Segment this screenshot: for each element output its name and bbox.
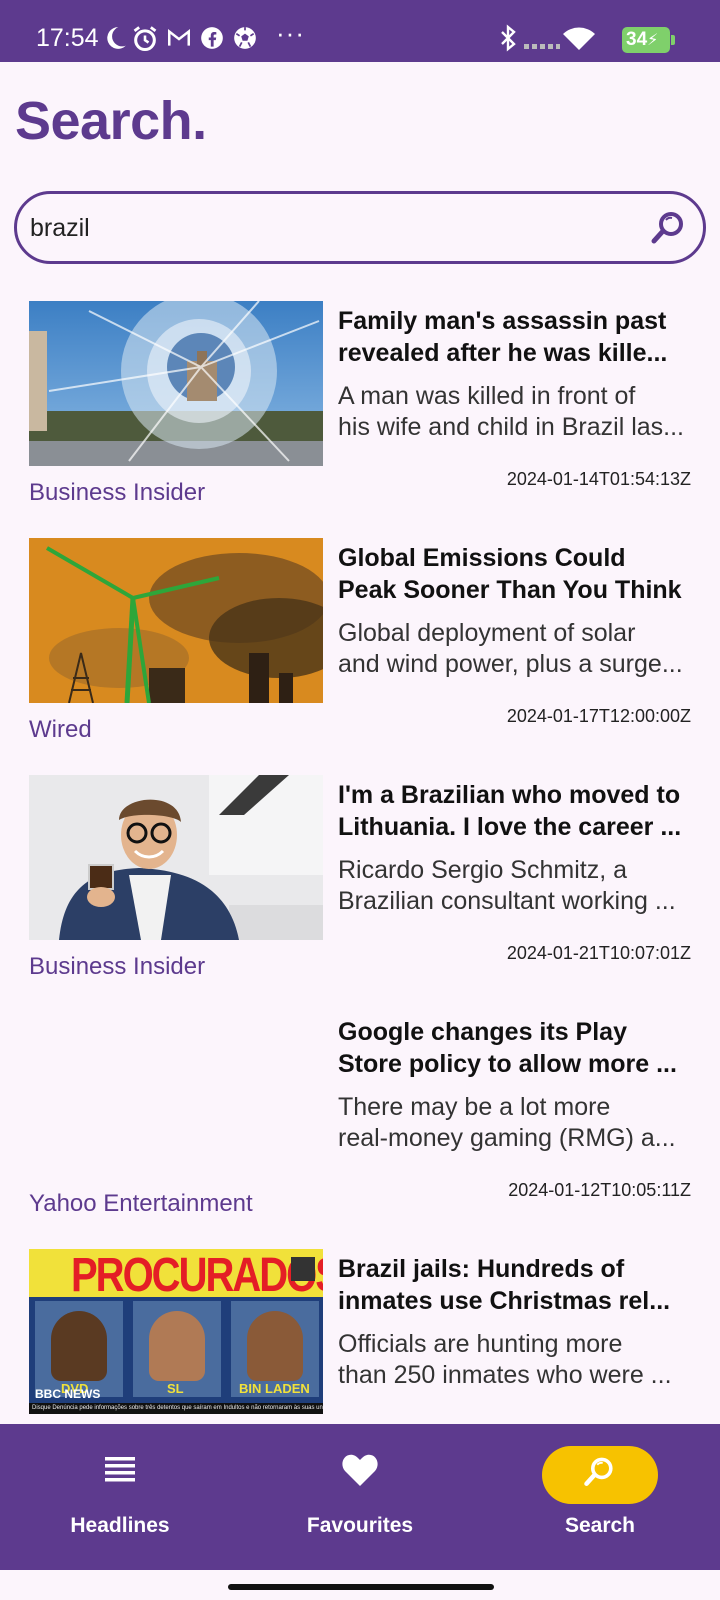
search-input[interactable] <box>30 207 610 249</box>
wifi-icon <box>563 27 595 50</box>
article-card[interactable]: Google changes its Play Store policy to … <box>0 1012 720 1244</box>
nav-label: Favourites <box>306 1514 414 1537</box>
gesture-area <box>0 1570 720 1600</box>
gmail-icon <box>168 28 190 46</box>
article-description: Global deployment of solar and wind powe… <box>338 619 683 678</box>
article-thumbnail: PROCURADOS DVD SL BIN LADEN BBC NEWS Dis… <box>29 1249 323 1414</box>
article-description: There may be a lot more real-money gamin… <box>338 1093 676 1152</box>
nav-favourites[interactable]: Favourites <box>240 1424 480 1570</box>
article-headline: I'm a Brazilian who moved to Lithuania. … <box>338 781 682 841</box>
article-headline: Google changes its Play Store policy to … <box>338 1018 677 1078</box>
search-box[interactable] <box>14 191 706 264</box>
heart-icon <box>342 1454 378 1486</box>
status-bar: 17:54 ··· 34⚡ <box>0 0 720 62</box>
moon-icon <box>107 27 126 49</box>
home-gesture-bar[interactable] <box>228 1584 494 1590</box>
nav-headlines[interactable]: Headlines <box>0 1424 240 1570</box>
article-card[interactable]: Global Emissions Could Peak Sooner Than … <box>0 538 720 770</box>
more-icon: ··· <box>276 18 305 48</box>
article-source: Yahoo Entertainment <box>29 1190 253 1217</box>
image-name-label: BIN LADEN <box>239 1381 310 1396</box>
search-icon[interactable] <box>649 208 689 248</box>
article-description: A man was killed in front of his wife an… <box>338 382 684 441</box>
bluetooth-icon <box>501 24 516 52</box>
status-time: 17:54 <box>36 24 99 52</box>
article-source: Business Insider <box>29 953 206 980</box>
article-date: 2024-01-14T01:54:13Z <box>506 469 691 489</box>
page-title: Search. <box>15 91 207 151</box>
article-description: Ricardo Sergio Schmitz, a Brazilian cons… <box>338 856 676 915</box>
article-source: Wired <box>29 716 92 743</box>
nav-label: Search <box>564 1514 636 1537</box>
image-banner-text: PROCURADOS <box>71 1249 323 1302</box>
article-headline: Brazil jails: Hundreds of inmates use Ch… <box>338 1255 671 1315</box>
battery-level: 34 <box>626 29 648 50</box>
article-source: Business Insider <box>29 479 206 506</box>
article-thumbnail <box>29 775 323 940</box>
article-thumbnail <box>29 538 323 703</box>
football-icon <box>234 27 256 49</box>
bottom-navigation: Headlines Favourites Search <box>0 1424 720 1570</box>
signal-icon <box>524 44 560 49</box>
battery-icon: 34⚡ <box>622 27 675 53</box>
article-headline: Global Emissions Could Peak Sooner Than … <box>338 544 682 604</box>
article-card[interactable]: I'm a Brazilian who moved to Lithuania. … <box>0 775 720 1007</box>
facebook-icon <box>201 27 223 49</box>
article-headline: Family man's assassin past revealed afte… <box>338 307 668 367</box>
article-date: 2024-01-12T10:05:11Z <box>508 1180 691 1200</box>
article-description: Officials are hunting more than 250 inma… <box>338 1330 672 1389</box>
article-date: 2024-01-21T10:07:01Z <box>506 943 691 963</box>
search-icon <box>584 1457 613 1486</box>
article-thumbnail <box>29 301 323 466</box>
image-logo: BBC NEWS <box>35 1387 101 1401</box>
nav-search[interactable]: Search <box>480 1424 720 1570</box>
alarm-icon <box>133 26 157 52</box>
list-icon <box>105 1457 135 1482</box>
article-date: 2024-01-17T12:00:00Z <box>506 706 691 726</box>
article-card[interactable]: Family man's assassin past revealed afte… <box>0 301 720 533</box>
image-name-label: SL <box>167 1381 184 1396</box>
nav-label: Headlines <box>70 1514 170 1537</box>
image-caption: Disque Denúncia pede informações sobre t… <box>29 1403 323 1414</box>
